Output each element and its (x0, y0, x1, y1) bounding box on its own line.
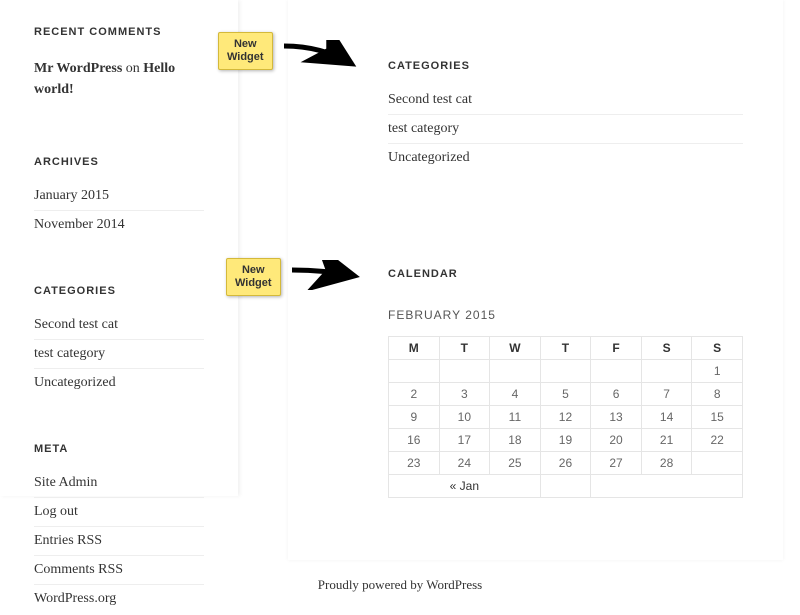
calendar-cell[interactable]: 25 (490, 452, 541, 475)
category-item[interactable]: Uncategorized (34, 368, 204, 397)
calendar-cell[interactable]: 16 (389, 429, 440, 452)
calendar-cell (591, 360, 642, 383)
meta-link[interactable]: Entries RSS (34, 533, 102, 548)
calendar-cell[interactable]: 17 (439, 429, 490, 452)
archive-link[interactable]: January 2015 (34, 188, 109, 203)
calendar-cell (389, 360, 440, 383)
calendar-next (591, 475, 743, 498)
calendar-cell[interactable]: 14 (641, 406, 692, 429)
calendar-prev[interactable]: « Jan (389, 475, 541, 498)
sidebar: RECENT COMMENTS Mr WordPress on Hello wo… (0, 0, 238, 496)
archive-item[interactable]: November 2014 (34, 210, 204, 239)
category-link[interactable]: Second test cat (388, 92, 472, 107)
calendar-cell[interactable]: 15 (692, 406, 743, 429)
calendar-cell[interactable]: 6 (591, 383, 642, 406)
calendar-cell[interactable]: 27 (591, 452, 642, 475)
meta-link[interactable]: Comments RSS (34, 562, 123, 577)
calendar-cell[interactable]: 3 (439, 383, 490, 406)
annotation-text: New Widget (227, 38, 264, 63)
main-categories-title: CATEGORIES (388, 60, 743, 72)
calendar-cell[interactable]: 18 (490, 429, 541, 452)
meta-item[interactable]: Entries RSS (34, 526, 204, 555)
category-link[interactable]: Uncategorized (388, 150, 470, 165)
meta-item[interactable]: Log out (34, 497, 204, 526)
meta-link[interactable]: Site Admin (34, 475, 97, 490)
calendar-day-head: F (591, 337, 642, 360)
category-link[interactable]: Second test cat (34, 317, 118, 332)
category-item[interactable]: Uncategorized (388, 143, 743, 172)
calendar-cell[interactable]: 20 (591, 429, 642, 452)
calendar-cell[interactable]: 2 (389, 383, 440, 406)
calendar-cell[interactable]: 10 (439, 406, 490, 429)
arrow-icon (290, 260, 370, 290)
category-item[interactable]: Second test cat (388, 92, 743, 114)
annotation-note: New Widget (218, 32, 273, 70)
category-link[interactable]: test category (388, 121, 459, 136)
archive-link[interactable]: November 2014 (34, 217, 125, 232)
calendar-cell (490, 360, 541, 383)
categories-title: CATEGORIES (34, 285, 204, 297)
calendar-cell[interactable]: 4 (490, 383, 541, 406)
calendar-cell[interactable]: 21 (641, 429, 692, 452)
calendar-cell (439, 360, 490, 383)
calendar-cell[interactable]: 24 (439, 452, 490, 475)
calendar-day-head: S (692, 337, 743, 360)
calendar-cell[interactable]: 8 (692, 383, 743, 406)
calendar-cell[interactable]: 9 (389, 406, 440, 429)
category-link[interactable]: test category (34, 346, 105, 361)
calendar-day-head: T (540, 337, 591, 360)
calendar-cell[interactable]: 23 (389, 452, 440, 475)
annotation-text: New Widget (235, 264, 272, 289)
calendar-title: CALENDAR (388, 268, 743, 280)
calendar-day-head: S (641, 337, 692, 360)
meta-title: META (34, 443, 204, 455)
annotation-note: New Widget (226, 258, 281, 296)
meta-item[interactable]: Site Admin (34, 475, 204, 497)
calendar-caption: FEBRUARY 2015 (388, 300, 743, 336)
calendar-day-head: W (490, 337, 541, 360)
recent-comment-item: Mr WordPress on Hello world! (34, 58, 204, 100)
calendar-cell[interactable]: 19 (540, 429, 591, 452)
calendar-cell[interactable]: 7 (641, 383, 692, 406)
widget-categories: CATEGORIES Second test cat test category… (34, 285, 204, 397)
calendar-cell[interactable]: 5 (540, 383, 591, 406)
calendar-cell[interactable]: 12 (540, 406, 591, 429)
category-item[interactable]: Second test cat (34, 317, 204, 339)
category-item[interactable]: test category (34, 339, 204, 368)
category-link[interactable]: Uncategorized (34, 375, 116, 390)
footer: Proudly powered by WordPress (0, 577, 800, 615)
calendar-cell[interactable]: 1 (692, 360, 743, 383)
calendar-cell (692, 452, 743, 475)
comment-on-text: on (122, 61, 143, 76)
category-item[interactable]: test category (388, 114, 743, 143)
archive-item[interactable]: January 2015 (34, 188, 204, 210)
calendar-day-head: T (439, 337, 490, 360)
arrow-icon (282, 40, 367, 80)
calendar-cell (540, 360, 591, 383)
calendar-prev-link[interactable]: « Jan (450, 479, 479, 493)
archives-title: ARCHIVES (34, 156, 204, 168)
calendar-cell (641, 360, 692, 383)
widget-recent-comments: RECENT COMMENTS Mr WordPress on Hello wo… (34, 26, 204, 100)
meta-link[interactable]: Log out (34, 504, 78, 519)
calendar-day-head: M (389, 337, 440, 360)
calendar-cell[interactable]: 13 (591, 406, 642, 429)
footer-link[interactable]: Proudly powered by WordPress (318, 577, 482, 592)
comment-author-link[interactable]: Mr WordPress (34, 61, 122, 76)
calendar-cell[interactable]: 26 (540, 452, 591, 475)
recent-comments-title: RECENT COMMENTS (34, 26, 204, 38)
calendar-table: M T W T F S S 12345678910111213141516171… (388, 336, 743, 498)
widget-categories-main: CATEGORIES Second test cat test category… (388, 60, 743, 172)
calendar-pad (540, 475, 591, 498)
calendar-cell[interactable]: 22 (692, 429, 743, 452)
widget-archives: ARCHIVES January 2015 November 2014 (34, 156, 204, 239)
calendar-cell[interactable]: 11 (490, 406, 541, 429)
widget-calendar: CALENDAR FEBRUARY 2015 M T W T F S S 123… (388, 268, 743, 498)
calendar-cell[interactable]: 28 (641, 452, 692, 475)
